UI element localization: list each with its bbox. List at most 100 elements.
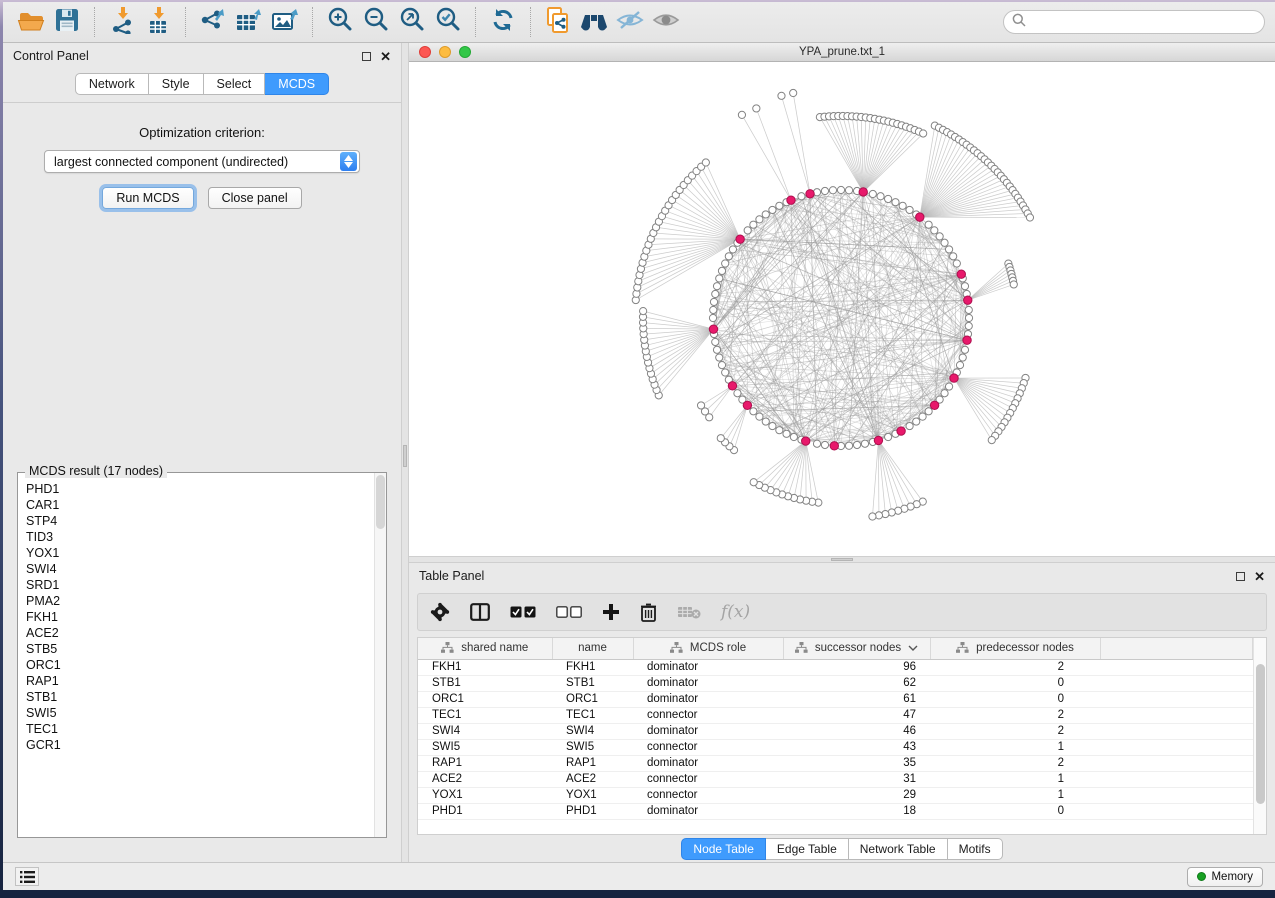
graph-node[interactable] [965, 306, 972, 313]
graph-node[interactable] [722, 260, 729, 267]
optimization-criterion-select[interactable]: largest connected component (undirected) [44, 150, 360, 173]
graph-node[interactable] [718, 267, 725, 274]
network-window-titlebar[interactable]: YPA_prune.txt_1 [409, 43, 1275, 62]
delete-table-icon[interactable] [677, 605, 701, 619]
graph-node[interactable] [837, 186, 844, 193]
deselect-all-icon[interactable] [556, 606, 582, 618]
table-row[interactable]: ACE2ACE2connector311 [418, 771, 1253, 787]
dominator-node[interactable] [787, 196, 795, 204]
zoom-fit-button[interactable] [394, 5, 430, 39]
horizontal-splitter[interactable] [409, 556, 1275, 563]
table-tab-node-table[interactable]: Node Table [681, 838, 766, 860]
graph-node[interactable] [729, 246, 736, 253]
table-row[interactable]: TEC1TEC1connector472 [418, 707, 1253, 723]
dominator-node[interactable] [736, 235, 744, 243]
graph-node[interactable] [965, 314, 972, 321]
close-panel-icon[interactable]: ✕ [380, 52, 391, 61]
graph-node[interactable] [716, 275, 723, 282]
satellite-node[interactable] [640, 307, 647, 314]
graph-node[interactable] [716, 354, 723, 361]
graph-node[interactable] [906, 422, 913, 429]
search-network-button[interactable] [576, 5, 612, 39]
satellite-node[interactable] [1026, 214, 1033, 221]
node-table[interactable]: shared namenameMCDS rolesuccessor nodesp… [418, 638, 1253, 820]
graph-node[interactable] [718, 362, 725, 369]
graph-node[interactable] [953, 260, 960, 267]
graph-node[interactable] [961, 283, 968, 290]
column-header-successor-nodes[interactable]: successor nodes [783, 638, 930, 659]
column-header-predecessor-nodes[interactable]: predecessor nodes [930, 638, 1100, 659]
import-network-button[interactable] [104, 5, 140, 39]
graph-node[interactable] [885, 195, 892, 202]
graph-node[interactable] [877, 193, 884, 200]
column-header-MCDS-role[interactable]: MCDS role [633, 638, 783, 659]
zoom-in-button[interactable] [322, 5, 358, 39]
share-session-button[interactable] [540, 5, 576, 39]
close-panel-button[interactable]: Close panel [208, 187, 302, 209]
graph-node[interactable] [913, 418, 920, 425]
export-network-button[interactable] [195, 5, 231, 39]
graph-node[interactable] [783, 430, 790, 437]
graph-node[interactable] [725, 253, 732, 260]
graph-node[interactable] [769, 206, 776, 213]
graph-node[interactable] [956, 362, 963, 369]
save-session-button[interactable] [49, 5, 85, 39]
run-mcds-button[interactable]: Run MCDS [102, 187, 193, 209]
dominator-node[interactable] [957, 270, 965, 278]
dominator-node[interactable] [930, 401, 938, 409]
close-panel-icon[interactable]: ✕ [1254, 572, 1265, 581]
graph-node[interactable] [845, 442, 852, 449]
graph-node[interactable] [813, 440, 820, 447]
graph-node[interactable] [965, 322, 972, 329]
satellite-node[interactable] [790, 89, 797, 96]
table-row[interactable]: PHD1PHD1dominator180 [418, 803, 1253, 819]
dominator-node[interactable] [830, 442, 838, 450]
refresh-button[interactable] [485, 5, 521, 39]
graph-node[interactable] [709, 314, 716, 321]
satellite-node[interactable] [702, 159, 709, 166]
graph-node[interactable] [712, 338, 719, 345]
graph-node[interactable] [941, 239, 948, 246]
graph-node[interactable] [756, 413, 763, 420]
graph-node[interactable] [821, 187, 828, 194]
tab-style[interactable]: Style [149, 73, 204, 95]
graph-node[interactable] [762, 418, 769, 425]
graph-node[interactable] [776, 427, 783, 434]
delete-column-icon[interactable] [640, 602, 657, 622]
graph-node[interactable] [712, 290, 719, 297]
dominator-node[interactable] [802, 437, 810, 445]
graph-node[interactable] [892, 199, 899, 206]
table-row[interactable]: SWI4SWI4dominator462 [418, 723, 1253, 739]
import-table-button[interactable] [140, 5, 176, 39]
graph-node[interactable] [710, 306, 717, 313]
search-input[interactable] [1032, 15, 1256, 29]
graph-node[interactable] [861, 440, 868, 447]
zoom-out-button[interactable] [358, 5, 394, 39]
graph-node[interactable] [756, 216, 763, 223]
satellite-node[interactable] [869, 513, 876, 520]
graph-node[interactable] [945, 383, 952, 390]
satellite-node[interactable] [697, 402, 704, 409]
graph-node[interactable] [713, 346, 720, 353]
table-tab-edge-table[interactable]: Edge Table [766, 838, 849, 860]
graph-node[interactable] [919, 413, 926, 420]
dominator-node[interactable] [897, 427, 905, 435]
column-header-shared-name[interactable]: shared name [418, 638, 552, 659]
graph-node[interactable] [950, 253, 957, 260]
table-row[interactable]: STB1STB1dominator620 [418, 675, 1253, 691]
satellite-node[interactable] [738, 111, 745, 118]
zoom-selected-button[interactable] [430, 5, 466, 39]
graph-node[interactable] [798, 193, 805, 200]
float-panel-icon[interactable] [362, 52, 371, 61]
graph-node[interactable] [790, 433, 797, 440]
graph-node[interactable] [906, 206, 913, 213]
graph-node[interactable] [750, 408, 757, 415]
graph-node[interactable] [885, 433, 892, 440]
graph-node[interactable] [821, 441, 828, 448]
dominator-node[interactable] [964, 296, 972, 304]
graph-node[interactable] [744, 227, 751, 234]
satellite-node[interactable] [1010, 281, 1017, 288]
global-search-field[interactable] [1003, 10, 1265, 34]
satellite-node[interactable] [920, 130, 927, 137]
graph-node[interactable] [925, 221, 932, 228]
